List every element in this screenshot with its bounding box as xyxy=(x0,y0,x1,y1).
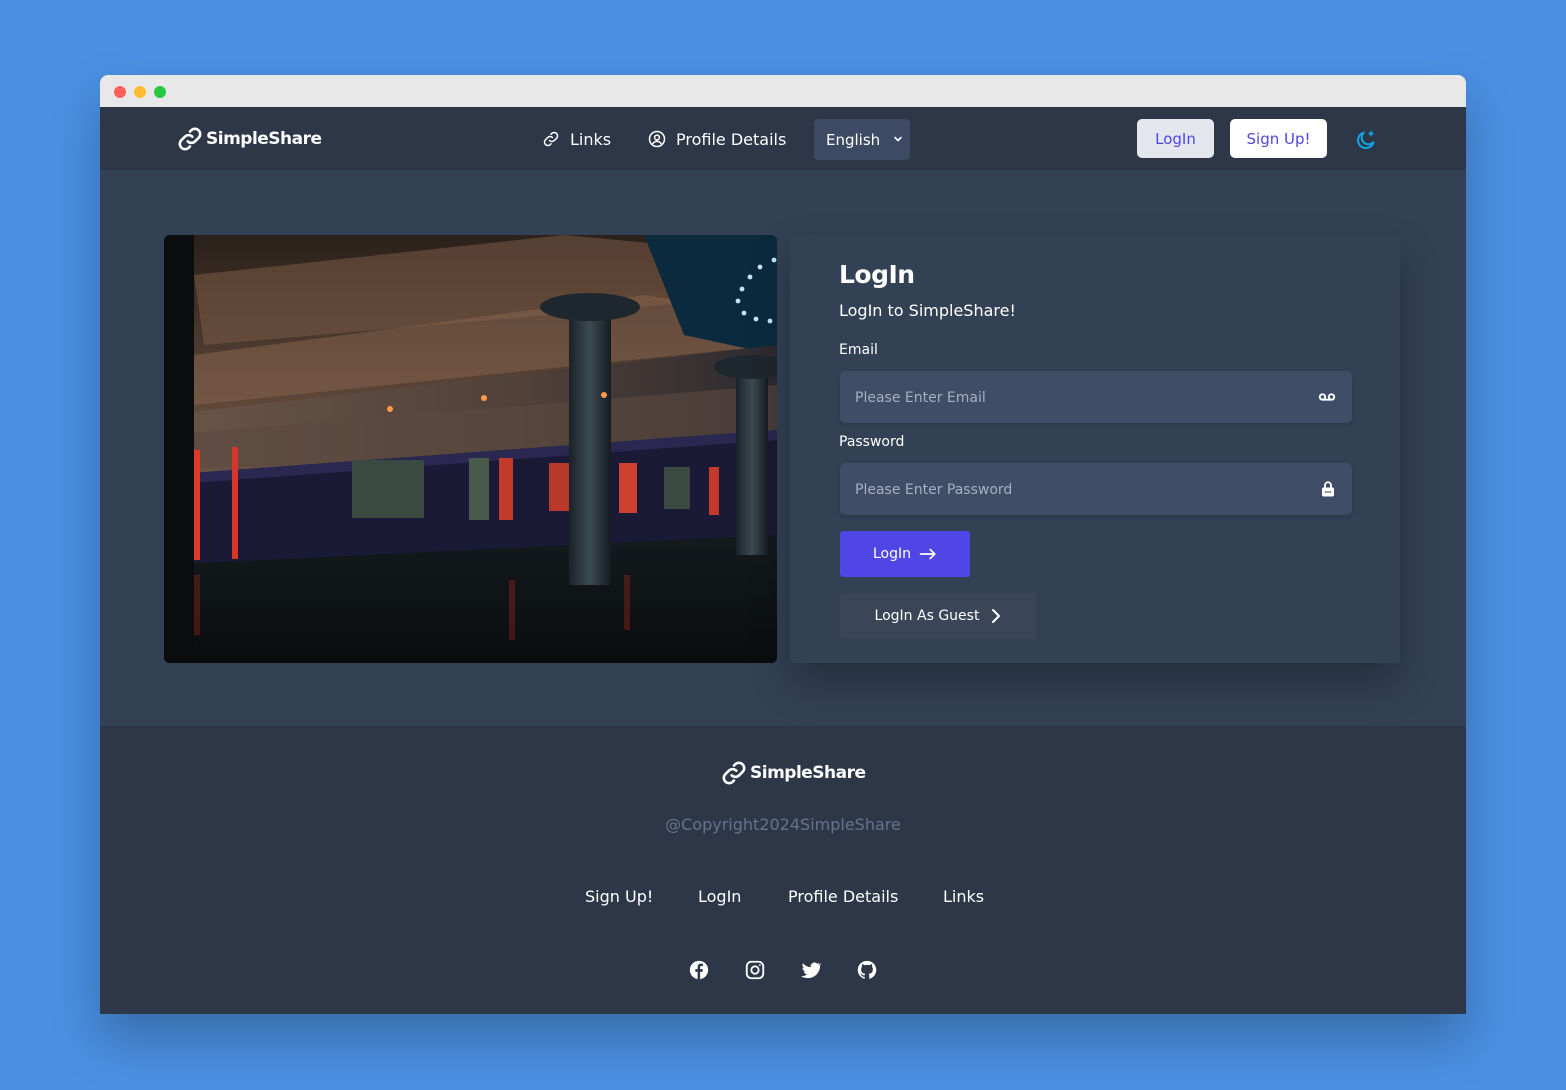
nav-profile-details[interactable]: Profile Details xyxy=(648,127,786,151)
link-logo-icon xyxy=(178,127,202,151)
user-circle-icon xyxy=(648,130,666,148)
footer-link-profile-details[interactable]: Profile Details xyxy=(788,887,898,906)
footer: SimpleShare @Copyright2024SimpleShare Si… xyxy=(100,726,1466,1014)
email-field-wrapper xyxy=(840,371,1352,425)
language-select[interactable]: English xyxy=(814,119,910,160)
login-submit-label: LogIn xyxy=(872,546,911,562)
login-button[interactable]: LogIn xyxy=(1137,119,1214,158)
password-field-wrapper xyxy=(840,463,1352,517)
subway-illustration xyxy=(164,235,777,663)
footer-link-signup[interactable]: Sign Up! xyxy=(585,887,653,906)
nav-links[interactable]: Links xyxy=(542,127,611,151)
github-icon[interactable] xyxy=(856,959,878,981)
subway-station-image xyxy=(164,235,777,663)
maximize-window-dot[interactable] xyxy=(154,86,166,98)
login-guest-label: LogIn As Guest xyxy=(874,608,980,624)
footer-brand-name: SimpleShare xyxy=(750,763,866,783)
language-value: English xyxy=(826,130,881,149)
chevron-down-icon xyxy=(894,136,902,142)
password-field[interactable] xyxy=(840,463,1297,517)
login-submit-button[interactable]: LogIn xyxy=(840,531,970,577)
lock-icon xyxy=(1322,481,1334,497)
nav-links-label: Links xyxy=(570,129,612,149)
login-guest-button[interactable]: LogIn As Guest xyxy=(840,593,1036,639)
nav-profile-label: Profile Details xyxy=(676,129,787,149)
footer-link-links[interactable]: Links xyxy=(943,887,984,906)
browser-window: SimpleShare Links Profile Details Englis… xyxy=(100,75,1466,1014)
window-titlebar xyxy=(100,75,1466,107)
brand-logo[interactable]: SimpleShare xyxy=(176,125,322,153)
arrow-right-icon xyxy=(919,548,936,560)
login-subtitle: LogIn to SimpleShare! xyxy=(839,301,1016,320)
chevron-right-icon xyxy=(992,609,1001,623)
footer-brand-logo[interactable]: SimpleShare xyxy=(720,759,866,787)
email-label: Email xyxy=(839,342,878,358)
link-icon xyxy=(543,131,559,147)
login-title: LogIn xyxy=(839,260,915,289)
twitter-icon[interactable] xyxy=(800,959,822,981)
facebook-icon[interactable] xyxy=(688,959,710,981)
minimize-window-dot[interactable] xyxy=(134,86,146,98)
copyright-text: @Copyright2024SimpleShare xyxy=(665,815,901,834)
login-card: LogIn LogIn to SimpleShare! Email Passwo… xyxy=(790,235,1400,663)
link-logo-icon xyxy=(722,761,746,785)
voicemail-icon xyxy=(1318,393,1336,401)
footer-link-login[interactable]: LogIn xyxy=(698,887,741,906)
close-window-dot[interactable] xyxy=(114,86,126,98)
password-label: Password xyxy=(839,434,905,450)
instagram-icon[interactable] xyxy=(744,959,766,981)
email-field[interactable] xyxy=(840,371,1297,425)
moon-stars-icon[interactable] xyxy=(1355,129,1377,151)
signup-button[interactable]: Sign Up! xyxy=(1230,119,1327,158)
brand-name: SimpleShare xyxy=(206,129,322,149)
navbar: SimpleShare Links Profile Details Englis… xyxy=(100,107,1466,170)
